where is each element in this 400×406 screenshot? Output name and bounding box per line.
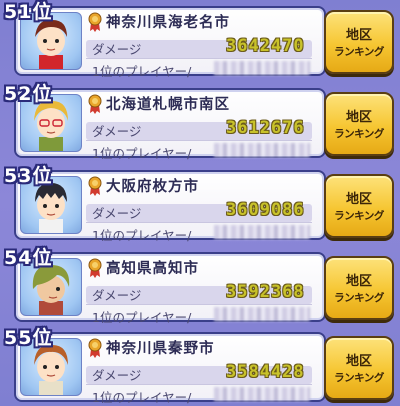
city-name: 大阪府枚方市 xyxy=(106,179,199,195)
ranking-row: 52位 北海道札幌市南区 ダメージ 3612676 1位のプレイヤー/ 地区 ラ… xyxy=(0,82,400,161)
top-player-label: 1位のプレイヤー/ xyxy=(92,390,192,405)
area-ranking-button[interactable]: 地区 ランキング xyxy=(324,256,394,320)
damage-score: 3612676 xyxy=(226,118,305,138)
damage-label: ダメージ xyxy=(92,368,142,383)
medal-icon xyxy=(88,338,102,358)
damage-label: ダメージ xyxy=(92,288,142,303)
blurred-player-name xyxy=(214,225,310,239)
damage-score: 3584428 xyxy=(226,362,305,382)
area-ranking-button-line1: 地区 xyxy=(345,192,372,207)
top-player-label: 1位のプレイヤー/ xyxy=(92,228,192,243)
area-ranking-button[interactable]: 地区 ランキング xyxy=(324,336,394,400)
city-name: 北海道札幌市南区 xyxy=(106,97,230,113)
area-ranking-button-line1: 地区 xyxy=(345,28,372,43)
divider xyxy=(86,58,312,59)
area-ranking-button-line2: ランキング xyxy=(334,210,384,222)
damage-score: 3592368 xyxy=(226,282,305,302)
ranking-row: 53位 大阪府枚方市 ダメージ 3609086 1位のプレイヤー/ 地区 ランキ… xyxy=(0,164,400,243)
damage-score: 3642470 xyxy=(226,36,305,56)
area-ranking-button[interactable]: 地区 ランキング xyxy=(324,92,394,156)
area-ranking-button-line2: ランキング xyxy=(334,46,384,58)
damage-label: ダメージ xyxy=(92,124,142,139)
ranking-row: 54位 高知県高知市 ダメージ 3592368 1位のプレイヤー/ 地区 ランキ… xyxy=(0,246,400,325)
divider xyxy=(86,222,312,223)
rank-label: 53位 xyxy=(4,165,53,187)
ranking-list: 51位 神奈川県海老名市 ダメージ 3642470 1位のプレイヤー/ 地区 ラ… xyxy=(0,0,400,405)
top-player-label: 1位のプレイヤー/ xyxy=(92,64,192,79)
ranking-row: 55位 神奈川県秦野市 ダメージ 3584428 1位のプレイヤー/ 地区 ラン… xyxy=(0,326,400,405)
blurred-player-name xyxy=(214,61,310,75)
medal-icon xyxy=(88,258,102,278)
area-ranking-button-line1: 地区 xyxy=(345,110,372,125)
medal-icon xyxy=(88,176,102,196)
blurred-player-name xyxy=(214,307,310,321)
top-player-label: 1位のプレイヤー/ xyxy=(92,146,192,161)
damage-label: ダメージ xyxy=(92,42,142,57)
divider xyxy=(86,384,312,385)
ranking-row: 51位 神奈川県海老名市 ダメージ 3642470 1位のプレイヤー/ 地区 ラ… xyxy=(0,0,400,79)
area-ranking-button-line2: ランキング xyxy=(334,372,384,384)
damage-label: ダメージ xyxy=(92,206,142,221)
medal-icon xyxy=(88,12,102,32)
area-ranking-button-line2: ランキング xyxy=(334,128,384,140)
rank-label: 52位 xyxy=(4,83,53,105)
area-ranking-button-line1: 地区 xyxy=(345,354,372,369)
medal-icon xyxy=(88,94,102,114)
area-ranking-button[interactable]: 地区 ランキング xyxy=(324,10,394,74)
rank-label: 51位 xyxy=(4,1,53,23)
rank-label: 54位 xyxy=(4,247,53,269)
divider xyxy=(86,140,312,141)
city-name: 神奈川県秦野市 xyxy=(106,341,215,357)
top-player-label: 1位のプレイヤー/ xyxy=(92,310,192,325)
damage-score: 3609086 xyxy=(226,200,305,220)
area-ranking-button[interactable]: 地区 ランキング xyxy=(324,174,394,238)
blurred-player-name xyxy=(214,387,310,401)
blurred-player-name xyxy=(214,143,310,157)
divider xyxy=(86,304,312,305)
area-ranking-button-line1: 地区 xyxy=(345,274,372,289)
city-name: 高知県高知市 xyxy=(106,261,199,277)
city-name: 神奈川県海老名市 xyxy=(106,15,230,31)
rank-label: 55位 xyxy=(4,327,53,349)
area-ranking-button-line2: ランキング xyxy=(334,292,384,304)
